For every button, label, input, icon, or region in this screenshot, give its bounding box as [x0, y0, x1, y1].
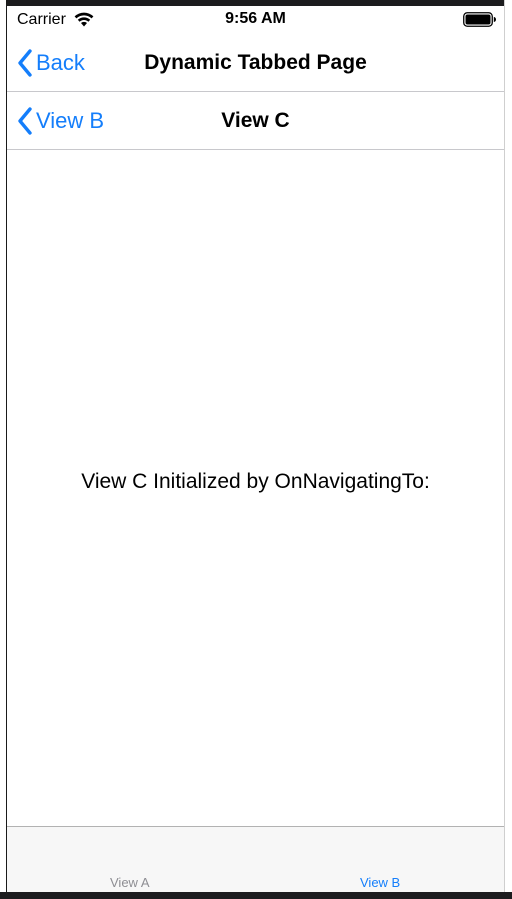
- battery-icon: [463, 12, 496, 27]
- status-bar: Carrier 9:56 AM: [7, 6, 504, 34]
- status-time: 9:56 AM: [225, 10, 286, 27]
- chevron-left-icon: [18, 48, 32, 77]
- view-b-back-button-label: View B: [36, 107, 105, 133]
- tab-view-a[interactable]: View A: [110, 875, 150, 890]
- initialization-message: View C Initialized by OnNavigatingTo:: [81, 470, 430, 493]
- background-window-edge: [504, 0, 512, 899]
- back-button[interactable]: Back: [17, 34, 85, 91]
- tab-bar: View A View B: [7, 826, 504, 892]
- primary-navigation-bar: Back Dynamic Tabbed Page: [7, 34, 504, 92]
- tab-view-b[interactable]: View B: [360, 875, 400, 890]
- device-frame-left: [0, 0, 7, 899]
- view-c-content: View C Initialized by OnNavigatingTo:: [7, 150, 504, 826]
- view-b-back-button[interactable]: View B: [17, 92, 104, 149]
- chevron-left-icon: [18, 106, 32, 135]
- back-button-label: Back: [36, 49, 85, 75]
- device-frame-bottom: [0, 892, 512, 899]
- secondary-navigation-bar: View B View C: [7, 92, 504, 150]
- phone-screen: Carrier 9:56 AM Back Dynamic Tabbed Page…: [7, 6, 504, 892]
